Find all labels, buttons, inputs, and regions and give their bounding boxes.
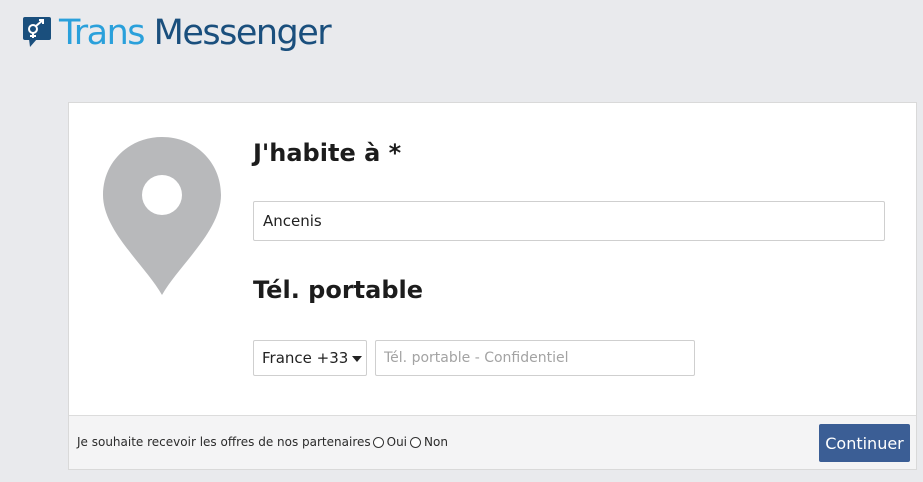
brand-name-messenger: Messenger bbox=[153, 13, 332, 53]
country-code-value: France +33 bbox=[262, 349, 349, 367]
phone-label: Tél. portable bbox=[253, 276, 424, 304]
gender-symbol-chat-icon bbox=[23, 17, 51, 47]
partner-offers-text: Je souhaite recevoir les offres de nos p… bbox=[77, 435, 371, 449]
radio-oui[interactable] bbox=[372, 436, 384, 448]
country-code-select[interactable]: France +33 bbox=[253, 340, 367, 376]
city-label: J'habite à * bbox=[253, 139, 402, 167]
brand-logo[interactable]: Trans Messenger bbox=[23, 12, 332, 54]
form-footer: Je souhaite recevoir les offres de nos p… bbox=[69, 415, 916, 469]
city-input[interactable] bbox=[253, 201, 885, 241]
continue-button[interactable]: Continuer bbox=[819, 424, 910, 462]
map-pin-icon bbox=[103, 137, 221, 295]
partner-offers-consent: Je souhaite recevoir les offres de nos p… bbox=[77, 435, 449, 449]
radio-non[interactable] bbox=[410, 436, 422, 448]
caret-down-icon bbox=[352, 356, 363, 362]
radio-oui-label[interactable]: Oui bbox=[387, 435, 407, 449]
radio-non-label[interactable]: Non bbox=[424, 435, 448, 449]
registration-card: J'habite à * Tél. portable France +33 Je… bbox=[68, 102, 917, 470]
brand-name: Trans Messenger bbox=[59, 12, 332, 54]
phone-input[interactable] bbox=[375, 340, 695, 376]
brand-name-trans: Trans bbox=[59, 13, 146, 53]
